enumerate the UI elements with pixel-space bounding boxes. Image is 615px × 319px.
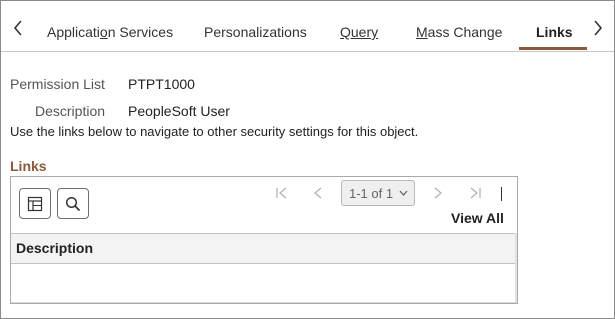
tab-mass-change[interactable]: Mass Change bbox=[416, 24, 502, 40]
page-range-value: 1-1 of 1 bbox=[349, 185, 394, 201]
description-label: Description bbox=[35, 103, 106, 119]
grid-settings-icon bbox=[27, 196, 43, 211]
page-range-select[interactable]: 1-1 of 1 bbox=[341, 180, 415, 206]
permission-list-label: Permission List bbox=[10, 76, 105, 92]
previous-page-button[interactable] bbox=[312, 186, 324, 203]
personalize-grid-button[interactable] bbox=[19, 188, 51, 219]
grid-scrollbar-track bbox=[515, 233, 517, 303]
chevron-left-icon bbox=[13, 20, 22, 36]
toolbar-divider bbox=[501, 187, 502, 201]
column-header-description[interactable]: Description bbox=[16, 240, 93, 256]
find-in-grid-button[interactable] bbox=[57, 188, 89, 219]
tab-bar: Application Services Personalizations Qu… bbox=[1, 1, 614, 52]
tab-links[interactable]: Links bbox=[536, 24, 573, 40]
grid-header-row: Description bbox=[11, 233, 517, 264]
chevron-right-icon bbox=[434, 187, 443, 199]
table-row bbox=[11, 264, 517, 303]
next-page-button[interactable] bbox=[432, 186, 444, 203]
chevron-down-icon bbox=[399, 190, 408, 196]
search-icon bbox=[65, 196, 81, 211]
links-grid: 1-1 of 1 View All Description bbox=[10, 176, 518, 304]
tab-scroll-right-button[interactable] bbox=[587, 17, 609, 39]
tab-scroll-left-button[interactable] bbox=[7, 17, 29, 39]
last-page-button[interactable] bbox=[468, 186, 482, 203]
chevron-right-icon bbox=[594, 20, 603, 36]
tab-application-services[interactable]: Application Services bbox=[47, 24, 173, 40]
links-section-title: Links bbox=[10, 158, 47, 174]
description-value: PeopleSoft User bbox=[128, 103, 230, 119]
permission-list-value: PTPT1000 bbox=[128, 76, 195, 92]
tab-query[interactable]: Query bbox=[340, 24, 378, 40]
info-text: Use the links below to navigate to other… bbox=[10, 124, 419, 139]
last-page-icon bbox=[470, 187, 481, 199]
view-all-link[interactable]: View All bbox=[451, 210, 504, 226]
first-page-icon bbox=[276, 187, 287, 199]
tab-personalizations[interactable]: Personalizations bbox=[204, 24, 307, 40]
chevron-left-icon bbox=[313, 187, 322, 199]
first-page-button[interactable] bbox=[275, 186, 289, 203]
active-tab-indicator bbox=[519, 47, 587, 50]
